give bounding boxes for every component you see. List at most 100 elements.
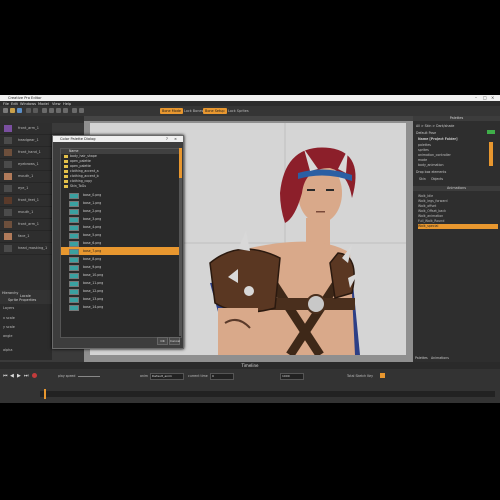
animations-header: Animations: [413, 186, 500, 191]
help-icon[interactable]: ?: [166, 136, 168, 142]
project-scrollbar[interactable]: [489, 142, 493, 166]
new-file-icon[interactable]: [3, 108, 8, 113]
dialog-scrollbar-thumb[interactable]: [179, 148, 182, 178]
scale-tool-icon[interactable]: [63, 108, 68, 113]
cancel-button[interactable]: Cancel: [169, 337, 180, 345]
lock-sprites-toggle[interactable]: Lock Sprites: [226, 108, 251, 114]
folder-icon: [64, 185, 68, 188]
folder-icon: [64, 165, 68, 168]
end-time-input[interactable]: 1000: [280, 373, 304, 380]
menu-model[interactable]: Model: [38, 102, 49, 106]
tab-objects[interactable]: Objects: [431, 177, 443, 181]
palette-file-row[interactable]: base_9.png: [61, 263, 181, 271]
sprite-list-item[interactable]: headgear_1: [0, 135, 52, 147]
tab-animations[interactable]: Animations: [431, 356, 449, 360]
sprite-list-item[interactable]: face_1: [0, 231, 52, 243]
bone-setup-toggle[interactable]: Bone Setup: [203, 108, 227, 114]
prop-layers: Layers: [3, 306, 15, 310]
palette-file-row[interactable]: base_2.png: [61, 207, 181, 215]
play-speed-label: play speed: [58, 374, 76, 378]
sprite-list-item[interactable]: eyebrows_1: [0, 159, 52, 171]
anim-select[interactable]: Default_anim: [150, 373, 184, 380]
palette-file-row[interactable]: base_8.png: [61, 255, 181, 263]
palette-file-row[interactable]: base_0.png: [61, 191, 181, 199]
sprite-list-item[interactable]: front_hand_1: [0, 147, 52, 159]
sprite-thumbnail: [4, 149, 12, 156]
palette-file-row[interactable]: base_3.png: [61, 215, 181, 223]
select-tool-icon[interactable]: [42, 108, 47, 113]
rotate-tool-icon[interactable]: [56, 108, 61, 113]
sprite-name: eye_1: [18, 186, 29, 190]
palette-file-row[interactable]: base_6.png: [61, 239, 181, 247]
sprite-list-item[interactable]: mouth_1: [0, 207, 52, 219]
prop-alpha: alpha: [3, 348, 13, 352]
project-item[interactable]: body_animation: [418, 162, 490, 168]
palette-file-row[interactable]: base_11.png: [61, 279, 181, 287]
interpolation-label: Total Sketch Key: [347, 374, 373, 378]
menu-file[interactable]: File: [3, 102, 9, 106]
tab-skin[interactable]: Skin: [419, 177, 426, 181]
ok-button[interactable]: OK: [157, 337, 168, 345]
maximize-icon[interactable]: □: [483, 95, 487, 100]
tab-palettes[interactable]: Palettes: [415, 356, 428, 360]
step-back-icon[interactable]: ◀: [10, 373, 14, 379]
save-icon[interactable]: [17, 108, 22, 113]
sprite-list-item[interactable]: front_arm_1: [0, 123, 52, 135]
timeline-track[interactable]: [40, 391, 495, 397]
open-folder-icon[interactable]: [10, 108, 15, 113]
current-time-label: current time: [188, 374, 208, 378]
sprite-name: front_arm_1: [18, 126, 39, 130]
palette-file-row[interactable]: base_12.png: [61, 287, 181, 295]
menu-help[interactable]: Help: [63, 102, 71, 106]
prop-angle: angle: [3, 334, 13, 338]
sprite-name: front_arm_1: [18, 222, 39, 226]
app-title: Creative Pro Editor: [8, 95, 42, 100]
current-time-input[interactable]: 0: [210, 373, 234, 380]
close-icon[interactable]: ×: [491, 95, 494, 100]
dialog-close-icon[interactable]: ×: [174, 136, 177, 142]
tab-hierarchy[interactable]: Hierarchy: [2, 291, 18, 295]
palette-file-row[interactable]: base_5.png: [61, 231, 181, 239]
rewind-icon[interactable]: ⏮: [3, 373, 8, 379]
sprite-list-item[interactable]: front_arm_1: [0, 219, 52, 231]
palette-file-row-selected[interactable]: base_7.png: [61, 247, 181, 255]
palette-file-row[interactable]: base_14.png: [61, 303, 181, 311]
add-palette-button[interactable]: [487, 130, 495, 134]
pin-tool-icon[interactable]: [79, 108, 84, 113]
palette-swatch: [69, 305, 79, 311]
sprite-list-item[interactable]: eye_1: [0, 183, 52, 195]
sprite-name: mouth_1: [18, 174, 34, 178]
sprite-list-item[interactable]: head_masking_1: [0, 243, 52, 255]
bone-tool-icon[interactable]: [72, 108, 77, 113]
folder-row[interactable]: Skin_ToGu: [61, 184, 181, 189]
palette-file-row[interactable]: base_13.png: [61, 295, 181, 303]
step-forward-icon[interactable]: ⏭: [24, 373, 29, 379]
minimize-icon[interactable]: –: [475, 95, 477, 100]
right-panel: Palettes All > Skin > Dark/shade Default…: [413, 116, 500, 362]
sprite-thumbnail: [4, 161, 12, 168]
menu-view[interactable]: View: [52, 102, 61, 106]
menu-windows[interactable]: Windows: [20, 102, 36, 106]
record-icon[interactable]: [32, 373, 37, 378]
palette-file-row[interactable]: base_10.png: [61, 271, 181, 279]
sprite-thumbnail: [4, 245, 12, 252]
timeline-playhead[interactable]: [44, 389, 46, 399]
sprite-list-item[interactable]: mouth_1: [0, 171, 52, 183]
sprite-thumbnail: [4, 185, 12, 192]
animation-item-selected[interactable]: Walk_special: [418, 224, 498, 229]
sprite-name: face_1: [18, 234, 30, 238]
palette-file-row[interactable]: base_4.png: [61, 223, 181, 231]
redo-icon[interactable]: [33, 108, 38, 113]
palette-file-row[interactable]: base_1.png: [61, 199, 181, 207]
palette-path: All > Skin > Dark/shade: [416, 124, 455, 128]
sprite-list-item[interactable]: front_feet_1: [0, 195, 52, 207]
play-speed-slider[interactable]: [78, 376, 100, 377]
lock-bones-toggle[interactable]: Lock Bones: [182, 108, 205, 114]
play-icon[interactable]: ▶: [17, 373, 21, 379]
move-tool-icon[interactable]: [49, 108, 54, 113]
key-button[interactable]: [380, 373, 385, 378]
undo-icon[interactable]: [26, 108, 31, 113]
bone-mode-toggle[interactable]: Bone Mode: [160, 108, 183, 114]
menu-edit[interactable]: Edit: [11, 102, 18, 106]
tab-sprite-properties[interactable]: Sprite Properties: [8, 298, 36, 302]
